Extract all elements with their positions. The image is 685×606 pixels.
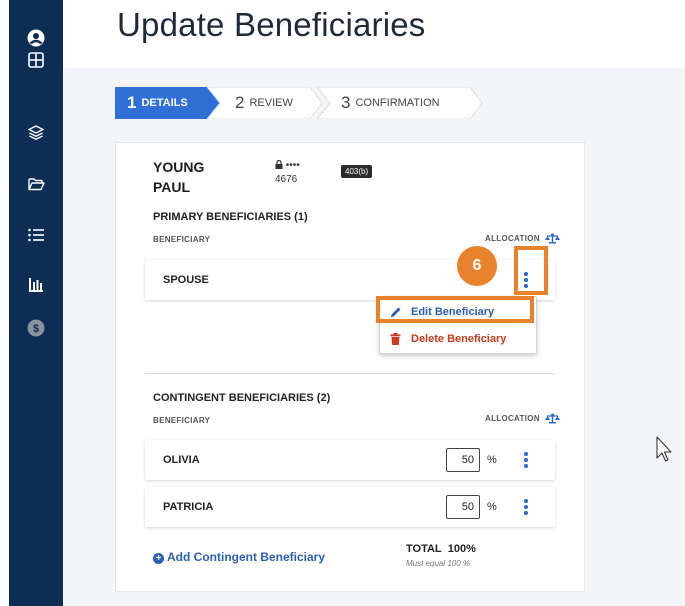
percent-sign: % [487,501,497,513]
step-label: REVIEW [249,97,293,109]
allocation-input[interactable]: 50 [446,448,480,472]
step-label: CONFIRMATION [355,97,440,109]
percent-sign: % [487,454,497,466]
page-title: Update Beneficiaries [117,6,426,43]
contingent-col-beneficiary: BENEFICIARY [153,416,211,425]
beneficiary-name: SPOUSE [163,274,209,286]
step-label: DETAILS [141,97,188,109]
primary-section-title: PRIMARY BENEFICIARIES (1) [153,211,308,223]
add-contingent-beneficiary-link[interactable]: + Add Contingent Beneficiary [153,550,325,564]
step-details[interactable]: 1 DETAILS [115,87,220,119]
plus-circle-icon: + [153,553,164,564]
layers-icon[interactable] [9,120,63,146]
folder-icon[interactable] [9,171,63,197]
beneficiary-actions-menu: Edit Beneficiary Delete Beneficiary [379,296,537,354]
scale-icon[interactable] [545,233,561,244]
sidebar: $ [9,0,63,606]
more-options-icon[interactable] [521,272,531,288]
allocation-total: TOTAL 100% [406,543,476,555]
lock-icon [275,159,283,169]
more-options-icon[interactable] [521,499,531,515]
account-type-badge: 403(b) [341,165,373,178]
step-number: 3 [341,93,351,112]
dollar-icon[interactable]: $ [9,315,63,341]
contingent-row: OLIVIA 50 % [145,440,555,480]
more-options-icon[interactable] [521,452,531,468]
contingent-section-title: CONTINGENT BENEFICIARIES (2) [153,392,331,404]
contingent-row: PATRICIA 50 % [145,487,555,527]
account-number: 4676 [275,174,298,185]
allocation-input[interactable]: 50 [446,495,480,519]
step-review[interactable]: 2 REVIEW [207,87,322,119]
svg-text:$: $ [33,323,39,335]
list-icon[interactable] [9,222,63,248]
beneficiary-name: OLIVIA [163,454,200,466]
edit-beneficiary-item[interactable]: Edit Beneficiary [380,299,536,325]
trash-icon [390,333,401,345]
step-callout-badge: 6 [457,246,497,286]
scale-icon[interactable] [545,413,561,424]
primary-col-beneficiary: BENEFICIARY [153,235,211,244]
section-divider [145,373,555,374]
delete-beneficiary-item[interactable]: Delete Beneficiary [380,326,536,352]
allocation-total-note: Must equal 100 % [406,559,471,568]
pencil-icon [391,307,401,317]
step-number: 1 [127,93,137,112]
beneficiary-name: PATRICIA [163,501,214,513]
mouse-cursor-icon [656,436,672,462]
step-number: 2 [235,93,245,112]
bar-chart-icon[interactable] [9,272,63,298]
grid-icon[interactable] [9,47,63,73]
contingent-col-allocation: ALLOCATION [485,413,561,424]
account-masked: •••• [275,159,300,171]
step-confirmation[interactable]: 3 CONFIRMATION [317,87,483,119]
primary-col-allocation: ALLOCATION [485,233,561,244]
account-owner-name: YOUNG PAUL [153,159,205,195]
